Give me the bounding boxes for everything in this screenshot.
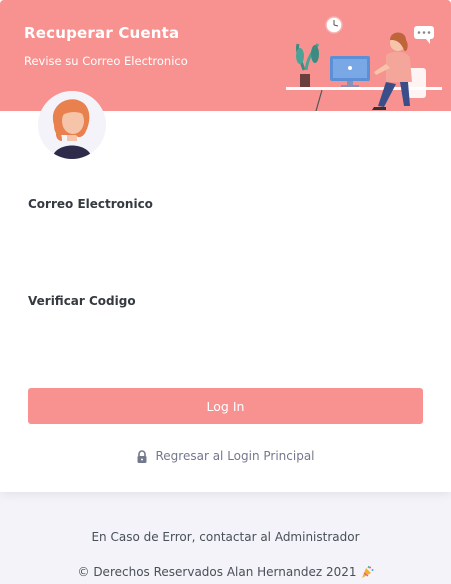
recover-account-card: Recuperar Cuenta Revise su Correo Electr… <box>0 0 451 492</box>
copyright-text: © Derechos Reservados Alan Hernandez 202… <box>77 565 357 579</box>
footer-copyright: © Derechos Reservados Alan Hernandez 202… <box>0 565 451 579</box>
email-label: Correo Electronico <box>28 197 153 211</box>
page-subtitle: Revise su Correo Electronico <box>24 54 188 68</box>
party-popper-icon <box>361 565 373 578</box>
footer-notice: En Caso de Error, contactar al Administr… <box>91 530 360 544</box>
user-avatar-icon <box>38 91 106 159</box>
login-button[interactable]: Log In <box>28 388 423 424</box>
verify-code-label: Verificar Codigo <box>28 294 136 308</box>
verify-code-field[interactable] <box>28 319 423 349</box>
desk-illustration <box>286 16 442 111</box>
email-field[interactable] <box>28 222 423 252</box>
back-to-login-link[interactable]: Regresar al Login Principal <box>0 449 451 463</box>
page-title: Recuperar Cuenta <box>24 24 180 42</box>
back-to-login-label: Regresar al Login Principal <box>155 449 315 463</box>
avatar <box>38 91 106 159</box>
lock-icon <box>137 449 147 463</box>
